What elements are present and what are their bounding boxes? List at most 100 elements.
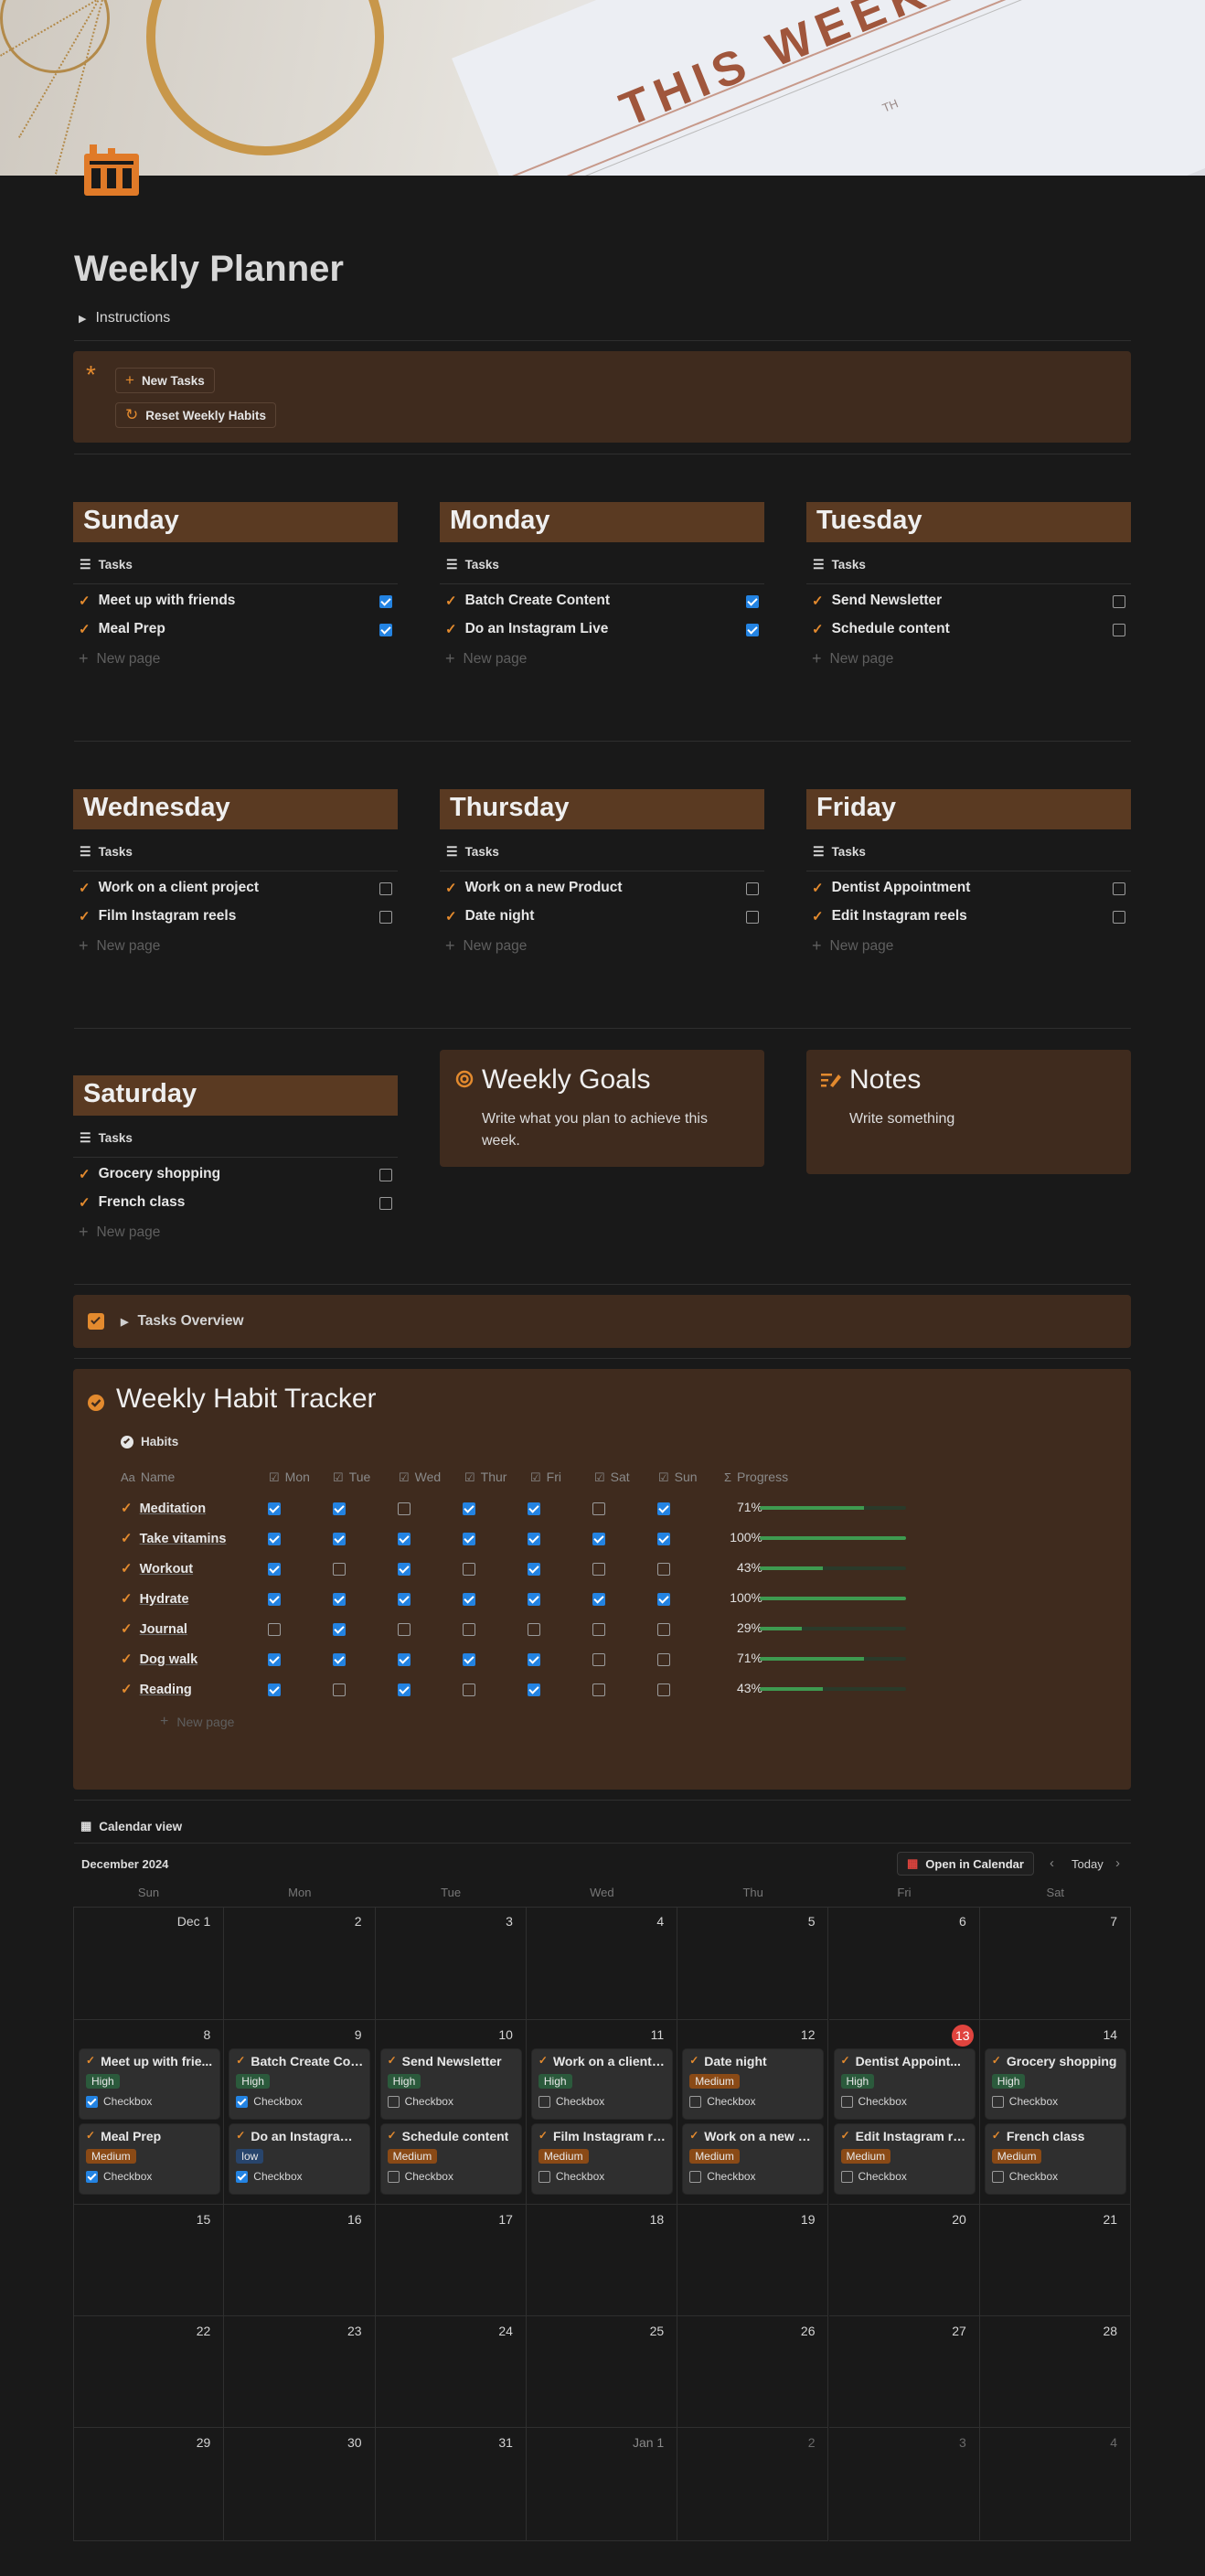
chevron-left-icon[interactable]: ‹	[1050, 1855, 1054, 1871]
event-checkbox[interactable]	[86, 2095, 98, 2108]
calendar-day-cell[interactable]: 8 ✓ Meet up with frie... High Checkbox ✓ Meal …	[73, 2020, 225, 2205]
task-item[interactable]: ✓ Work on a client project	[79, 880, 259, 896]
habit-day-checkbox[interactable]	[333, 1563, 346, 1576]
calendar-day-cell[interactable]: 3	[828, 2428, 980, 2541]
habit-day-checkbox[interactable]	[398, 1533, 411, 1545]
event-checkbox[interactable]	[991, 2095, 1004, 2108]
calendar-event-card[interactable]: ✓ Dentist Appoint... High Checkbox	[834, 2049, 975, 2119]
calendar-day-cell[interactable]: 6	[828, 1907, 980, 2020]
habit-day-checkbox[interactable]	[463, 1563, 475, 1576]
habit-day-checkbox[interactable]	[528, 1533, 540, 1545]
habit-day-checkbox[interactable]	[463, 1533, 475, 1545]
calendar-day-cell[interactable]: 4	[526, 1907, 678, 2020]
calendar-view-tab[interactable]: ▦ Calendar view	[80, 1819, 182, 1833]
habit-day-checkbox[interactable]	[657, 1653, 670, 1666]
task-item[interactable]: ✓ Film Instagram reels	[79, 908, 236, 925]
habit-day-checkbox[interactable]	[592, 1623, 605, 1636]
habit-day-checkbox[interactable]	[528, 1683, 540, 1696]
calendar-event-card[interactable]: ✓ Batch Create Con... High Checkbox	[229, 2049, 370, 2119]
task-done-checkbox[interactable]	[1113, 624, 1125, 636]
new-page-button[interactable]: + New page	[445, 936, 527, 956]
tasks-view-tab[interactable]: ☰ Tasks	[446, 844, 499, 860]
new-page-button[interactable]: + New page	[79, 936, 160, 956]
habit-day-checkbox[interactable]	[398, 1563, 411, 1576]
task-done-checkbox[interactable]	[379, 882, 392, 895]
calendar-day-cell[interactable]: 30	[224, 2428, 376, 2541]
habit-row-name[interactable]: ✓ Journal	[121, 1620, 187, 1637]
habit-day-checkbox[interactable]	[592, 1502, 605, 1515]
habit-row-name[interactable]: ✓ Dog walk	[121, 1651, 197, 1667]
calendar-day-cell[interactable]: 12 ✓ Date night Medium Checkbox ✓ Work on a ne…	[677, 2020, 829, 2205]
calendar-event-card[interactable]: ✓ Send Newsletter High Checkbox	[380, 2049, 521, 2119]
event-checkbox[interactable]	[236, 2170, 249, 2183]
event-checkbox-row[interactable]: Checkbox	[387, 2170, 515, 2183]
habit-day-checkbox[interactable]	[657, 1502, 670, 1515]
calendar-day-cell[interactable]: 25	[526, 2316, 678, 2428]
habit-day-checkbox[interactable]	[398, 1623, 411, 1636]
habit-day-checkbox[interactable]	[657, 1563, 670, 1576]
calendar-event-card[interactable]: ✓ Edit Instagram re... Medium Checkbox	[834, 2124, 975, 2194]
habit-day-checkbox[interactable]	[592, 1593, 605, 1606]
calendar-day-cell[interactable]: 19	[677, 2205, 829, 2316]
task-done-checkbox[interactable]	[1113, 911, 1125, 924]
habit-day-checkbox[interactable]	[268, 1593, 281, 1606]
calendar-day-cell[interactable]: 2	[677, 2428, 829, 2541]
habit-day-checkbox[interactable]	[333, 1653, 346, 1666]
task-item[interactable]: ✓ French class	[79, 1194, 185, 1211]
new-tasks-button[interactable]: + New Tasks	[115, 368, 215, 393]
tasks-view-tab[interactable]: ☰ Tasks	[813, 844, 866, 860]
calendar-day-cell[interactable]: 29	[73, 2428, 225, 2541]
calendar-day-cell[interactable]: 31	[375, 2428, 527, 2541]
new-page-button[interactable]: + New page	[79, 1223, 160, 1242]
event-checkbox-row[interactable]: Checkbox	[86, 2095, 213, 2108]
new-page-button[interactable]: + New page	[812, 649, 893, 668]
task-done-checkbox[interactable]	[379, 1169, 392, 1181]
calendar-day-cell[interactable]: 10 ✓ Send Newsletter High Checkbox ✓ Schedule …	[375, 2020, 527, 2205]
task-done-checkbox[interactable]	[379, 624, 392, 636]
habit-day-checkbox[interactable]	[268, 1533, 281, 1545]
event-checkbox[interactable]	[689, 2170, 702, 2183]
task-item[interactable]: ✓ Date night	[445, 908, 534, 925]
habit-day-checkbox[interactable]	[528, 1502, 540, 1515]
task-item[interactable]: ✓ Dentist Appointment	[812, 880, 970, 896]
habit-day-checkbox[interactable]	[528, 1653, 540, 1666]
habit-day-checkbox[interactable]	[657, 1593, 670, 1606]
habit-row-name[interactable]: ✓ Take vitamins	[121, 1530, 226, 1546]
notes-text[interactable]: Write something	[849, 1108, 954, 1130]
habit-day-checkbox[interactable]	[528, 1593, 540, 1606]
task-done-checkbox[interactable]	[746, 595, 759, 608]
habit-day-checkbox[interactable]	[333, 1593, 346, 1606]
calendar-day-cell[interactable]: Jan 1	[526, 2428, 678, 2541]
habit-row-name[interactable]: ✓ Meditation	[121, 1500, 206, 1516]
event-checkbox-row[interactable]: Checkbox	[86, 2170, 213, 2183]
habit-day-checkbox[interactable]	[333, 1623, 346, 1636]
task-done-checkbox[interactable]	[746, 911, 759, 924]
habit-day-checkbox[interactable]	[592, 1563, 605, 1576]
habit-day-checkbox[interactable]	[657, 1623, 670, 1636]
habit-day-checkbox[interactable]	[268, 1502, 281, 1515]
open-in-calendar-button[interactable]: ▦ Open in Calendar	[897, 1852, 1034, 1876]
habit-day-checkbox[interactable]	[268, 1563, 281, 1576]
habit-day-checkbox[interactable]	[592, 1683, 605, 1696]
chevron-right-icon[interactable]: ›	[1115, 1855, 1120, 1871]
calendar-event-card[interactable]: ✓ French class Medium Checkbox	[985, 2124, 1125, 2194]
event-checkbox-row[interactable]: Checkbox	[840, 2170, 968, 2183]
task-item[interactable]: ✓ Meal Prep	[79, 621, 165, 637]
task-item[interactable]: ✓ Do an Instagram Live	[445, 621, 608, 637]
task-done-checkbox[interactable]	[1113, 882, 1125, 895]
today-button[interactable]: Today	[1072, 1857, 1104, 1871]
weekly-goals-text[interactable]: Write what you plan to achieve this week…	[482, 1108, 738, 1152]
task-done-checkbox[interactable]	[746, 624, 759, 636]
calendar-event-card[interactable]: ✓ Work on a new Pr... Medium Checkbox	[683, 2124, 824, 2194]
habit-day-checkbox[interactable]	[333, 1533, 346, 1545]
event-checkbox-row[interactable]: Checkbox	[538, 2170, 666, 2183]
event-checkbox[interactable]	[538, 2170, 550, 2183]
task-done-checkbox[interactable]	[379, 911, 392, 924]
new-page-button[interactable]: + New page	[79, 649, 160, 668]
calendar-day-cell[interactable]: 11 ✓ Work on a client ... High Checkbox ✓ Film…	[526, 2020, 678, 2205]
calendar-day-cell[interactable]: 13 ✓ Dentist Appoint... High Checkbox ✓ Edit I…	[828, 2020, 980, 2205]
calendar-day-cell[interactable]: 7	[979, 1907, 1132, 2020]
event-checkbox-row[interactable]: Checkbox	[991, 2095, 1119, 2108]
task-done-checkbox[interactable]	[1113, 595, 1125, 608]
habit-day-checkbox[interactable]	[528, 1623, 540, 1636]
